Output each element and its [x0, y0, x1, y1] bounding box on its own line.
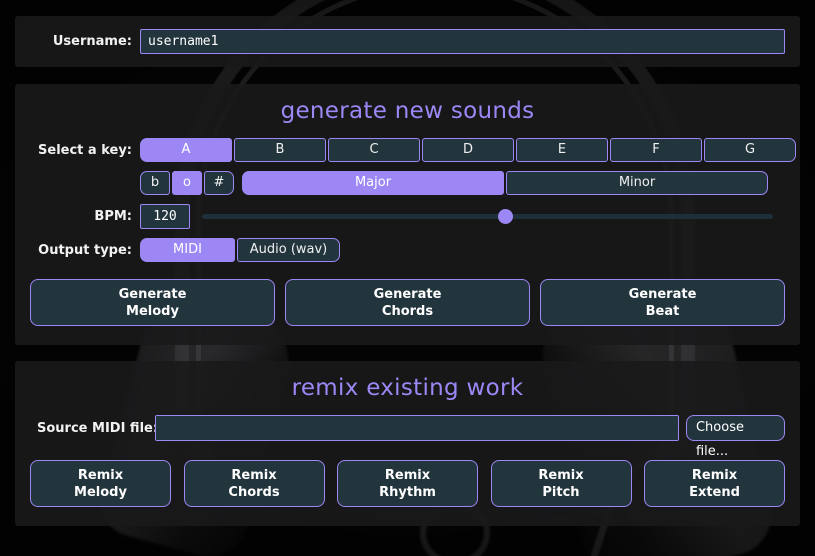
- generate-melody-line2: Melody: [126, 303, 179, 319]
- bpm-slider[interactable]: [202, 205, 773, 229]
- remix-melody-button[interactable]: Remix Melody: [30, 460, 171, 507]
- remix-chords-button[interactable]: Remix Chords: [183, 460, 325, 507]
- remix-pitch-line2: Pitch: [542, 484, 580, 500]
- output-type-label: Output type:: [38, 242, 132, 258]
- choose-file-button[interactable]: Choose file...: [685, 415, 785, 459]
- remix-melody-line2: Melody: [74, 484, 127, 500]
- remix-section-title: remix existing work: [291, 375, 524, 401]
- mode-option-minor[interactable]: Minor: [506, 171, 768, 195]
- mode-option-major[interactable]: Major: [242, 171, 504, 195]
- accidental-option-natural[interactable]: o: [172, 171, 202, 195]
- output-type-selector: MIDI Audio (wav): [140, 238, 340, 262]
- generate-melody-button[interactable]: Generate Melody: [30, 279, 275, 326]
- accidental-option-flat[interactable]: b: [140, 171, 170, 195]
- source-midi-label: Source MIDI file:: [37, 420, 159, 436]
- output-option-audio[interactable]: Audio (wav): [237, 238, 340, 262]
- bpm-label: BPM:: [94, 209, 132, 224]
- remix-panel: remix existing work Source MIDI file: Ch…: [15, 361, 800, 526]
- remix-chords-line2: Chords: [228, 484, 280, 500]
- bpm-input[interactable]: [140, 204, 190, 229]
- username-input[interactable]: [140, 29, 785, 54]
- remix-rhythm-line1: Remix: [384, 467, 431, 483]
- remix-pitch-line1: Remix: [538, 467, 584, 483]
- accidental-selector: b o #: [140, 171, 234, 195]
- remix-extend-line2: Extend: [689, 484, 740, 500]
- generate-chords-line1: Generate: [373, 286, 442, 302]
- mode-selector: Major Minor: [242, 171, 768, 195]
- key-option-b[interactable]: B: [234, 138, 326, 162]
- remix-chords-line1: Remix: [231, 467, 277, 483]
- accidental-option-sharp[interactable]: #: [204, 171, 234, 195]
- remix-melody-line1: Remix: [77, 467, 124, 483]
- generate-beat-button[interactable]: Generate Beat: [540, 279, 785, 326]
- generate-panel: generate new sounds Select a key: A B C …: [15, 84, 800, 345]
- remix-extend-line1: Remix: [691, 467, 738, 483]
- select-key-label: Select a key:: [38, 142, 132, 158]
- generate-section-title: generate new sounds: [280, 98, 535, 124]
- remix-rhythm-line2: Rhythm: [379, 484, 436, 500]
- remix-button-row: Remix Melody Remix Chords Remix Rhythm R…: [15, 460, 800, 507]
- generate-chords-line2: Chords: [381, 303, 434, 319]
- remix-extend-button[interactable]: Remix Extend: [644, 460, 785, 507]
- generate-beat-line1: Generate: [628, 286, 697, 302]
- key-option-c[interactable]: C: [328, 138, 420, 162]
- bpm-slider-thumb[interactable]: [497, 209, 513, 224]
- account-panel: Username:: [15, 16, 800, 67]
- generate-melody-line1: Generate: [118, 286, 187, 302]
- output-option-midi[interactable]: MIDI: [140, 238, 235, 262]
- bpm-slider-track[interactable]: [202, 214, 773, 219]
- key-option-g[interactable]: G: [704, 138, 796, 162]
- remix-rhythm-button[interactable]: Remix Rhythm: [337, 460, 478, 507]
- key-selector: A B C D E F G: [140, 138, 796, 162]
- source-midi-input[interactable]: [155, 415, 679, 441]
- key-option-d[interactable]: D: [422, 138, 514, 162]
- generate-chords-button[interactable]: Generate Chords: [285, 279, 530, 326]
- key-option-a[interactable]: A: [140, 138, 232, 162]
- remix-pitch-button[interactable]: Remix Pitch: [490, 460, 632, 507]
- generate-button-row: Generate Melody Generate Chords Generate…: [15, 279, 800, 326]
- key-option-e[interactable]: E: [516, 138, 608, 162]
- generate-beat-line2: Beat: [645, 303, 680, 319]
- key-option-f[interactable]: F: [610, 138, 702, 162]
- username-label: Username:: [52, 34, 132, 49]
